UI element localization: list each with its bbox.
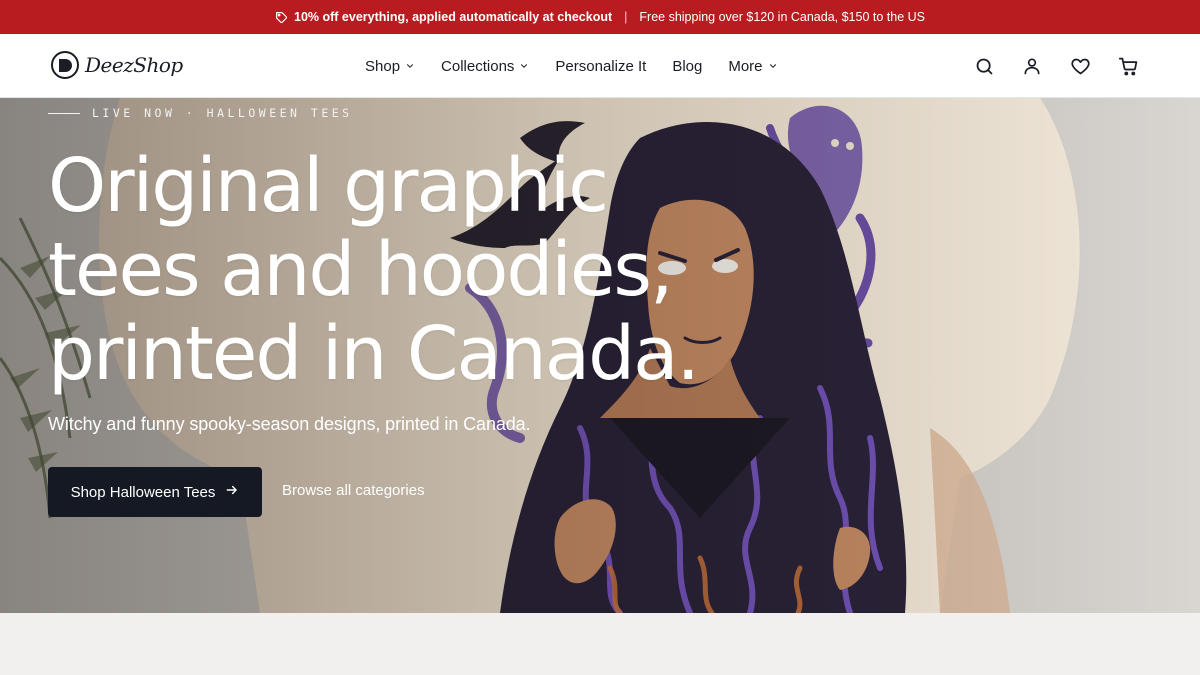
announcement-bar: 10% off everything, applied automaticall… bbox=[0, 0, 1200, 34]
announcement-separator: | bbox=[624, 10, 628, 24]
chevron-down-icon bbox=[768, 61, 778, 71]
nav-label: Shop bbox=[365, 57, 401, 75]
chevron-down-icon bbox=[519, 61, 529, 71]
arrow-right-icon bbox=[225, 483, 239, 501]
logo-mark-icon bbox=[51, 51, 79, 79]
button-label: Shop Halloween Tees bbox=[70, 483, 216, 501]
tag-icon bbox=[275, 11, 288, 24]
eyebrow-line bbox=[48, 112, 80, 114]
main-nav: Shop Collections Personalize It Blog Mor… bbox=[365, 34, 778, 98]
content-below-hero bbox=[0, 613, 1200, 675]
chevron-down-icon bbox=[405, 61, 415, 71]
hero-headline: Original graphic tees and hoodies, print… bbox=[48, 144, 748, 396]
search-icon[interactable] bbox=[972, 54, 996, 78]
account-icon[interactable] bbox=[1020, 54, 1044, 78]
site-header: DeezShop Shop Collections Personalize It… bbox=[0, 34, 1200, 98]
nav-item-personalize[interactable]: Personalize It bbox=[555, 58, 646, 75]
headline-line-3: printed in Canada. bbox=[48, 311, 700, 397]
site-logo[interactable]: DeezShop bbox=[51, 51, 183, 79]
hero-banner: LIVE NOW · HALLOWEEN TEES Original graph… bbox=[0, 98, 1200, 613]
nav-label: Personalize It bbox=[555, 57, 647, 75]
nav-item-collections[interactable]: Collections bbox=[441, 58, 529, 75]
headline-line-1: Original graphic bbox=[48, 143, 609, 229]
promo-text: 10% off everything, applied automaticall… bbox=[294, 10, 613, 24]
nav-label: More bbox=[728, 57, 763, 75]
hero-eyebrow: LIVE NOW · HALLOWEEN TEES bbox=[48, 106, 353, 120]
headline-line-2: tees and hoodies, bbox=[48, 227, 673, 313]
shipping-text: Free shipping over $120 in Canada, $150 … bbox=[639, 10, 925, 24]
eyebrow-text: LIVE NOW · HALLOWEEN TEES bbox=[92, 106, 353, 120]
nav-item-shop[interactable]: Shop bbox=[365, 58, 415, 75]
nav-label: Collections bbox=[441, 57, 515, 75]
logo-text: DeezShop bbox=[85, 53, 183, 77]
cart-icon[interactable] bbox=[1116, 54, 1140, 78]
heart-icon[interactable] bbox=[1068, 54, 1092, 78]
nav-label: Blog bbox=[672, 57, 703, 75]
hero-subheading: Witchy and funny spooky-season designs, … bbox=[48, 414, 531, 434]
nav-item-blog[interactable]: Blog bbox=[672, 58, 702, 75]
header-actions bbox=[972, 54, 1140, 78]
shop-halloween-tees-button[interactable]: Shop Halloween Tees bbox=[48, 467, 262, 517]
nav-item-more[interactable]: More bbox=[728, 58, 777, 75]
browse-all-categories-link[interactable]: Browse all categories bbox=[282, 482, 425, 499]
promo-message: 10% off everything, applied automaticall… bbox=[275, 10, 612, 24]
